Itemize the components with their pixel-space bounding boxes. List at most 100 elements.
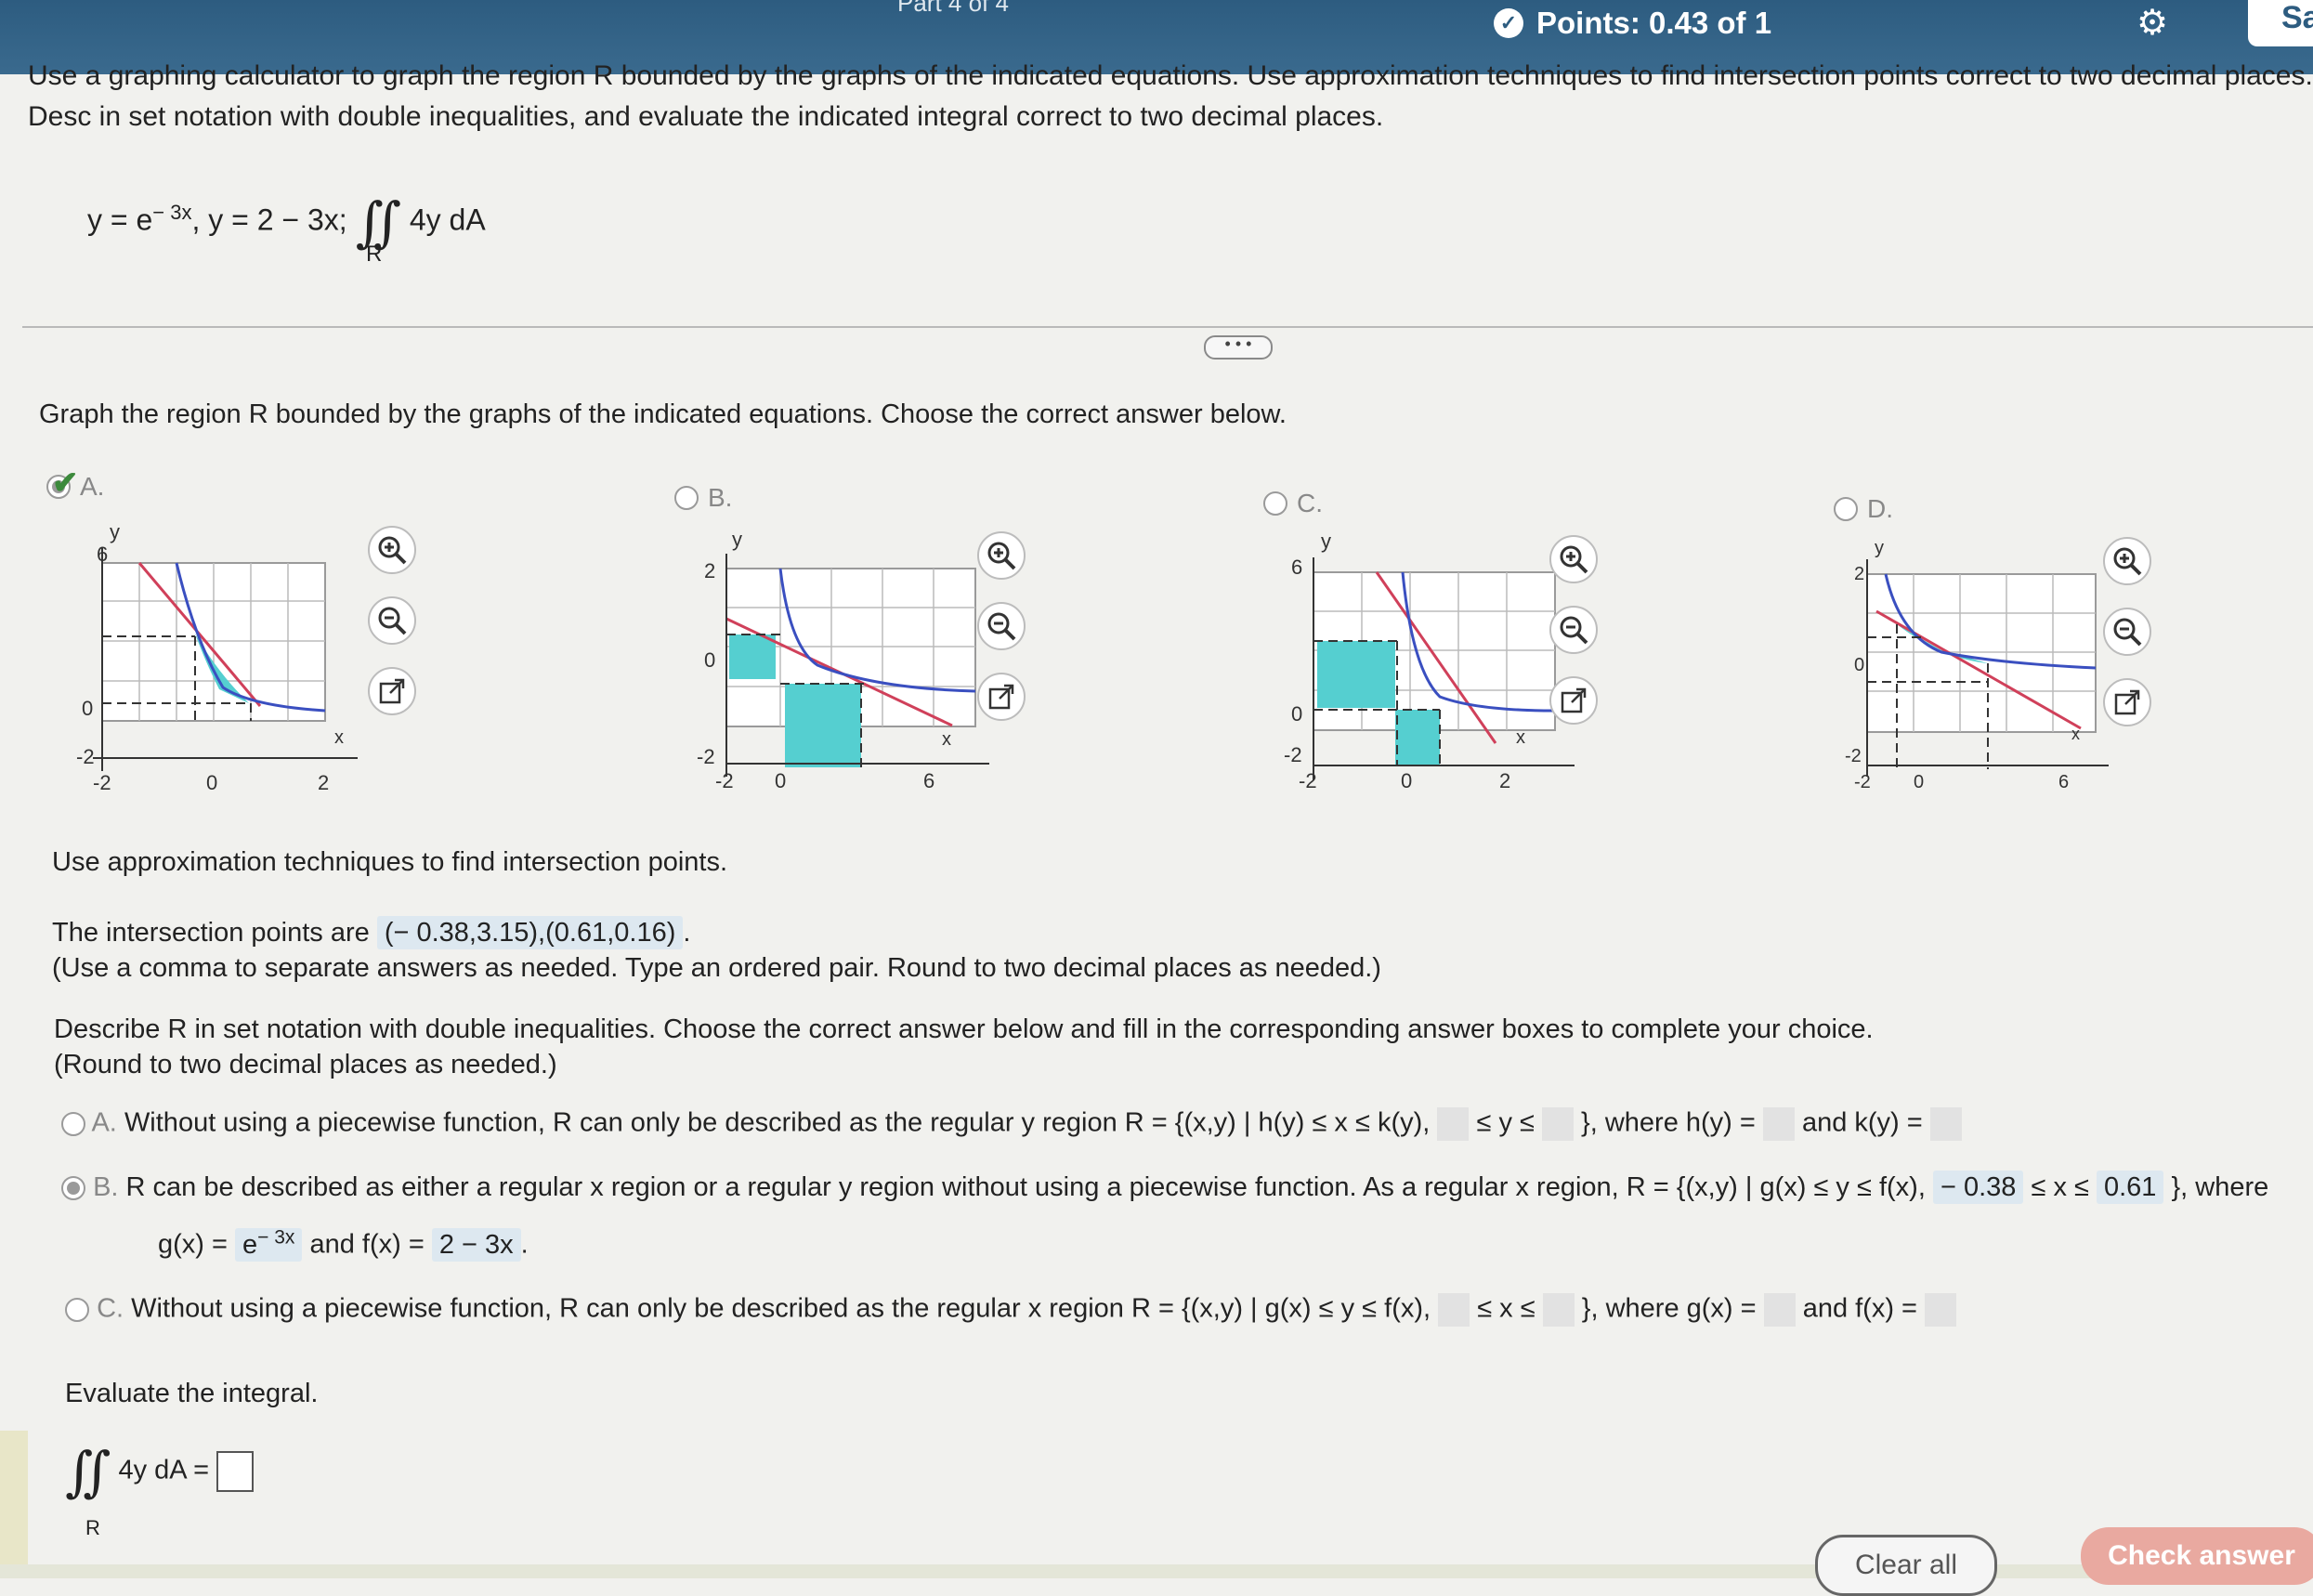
y-tick-label: -2 bbox=[1284, 743, 1302, 766]
option-c-label: C. bbox=[1297, 489, 1323, 517]
x-tick-label: -2 bbox=[715, 769, 734, 792]
integral-answer-line: ∬ 4y dA = bbox=[65, 1440, 255, 1503]
clear-all-button[interactable]: Clear all bbox=[1815, 1535, 1997, 1596]
zoom-out-icon[interactable] bbox=[977, 602, 1026, 650]
and-text: and k(y) = bbox=[1801, 1107, 1923, 1138]
zoom-out-icon[interactable] bbox=[1549, 606, 1598, 654]
option-a[interactable]: ✔ A. bbox=[46, 465, 105, 502]
set-option-a-radio[interactable] bbox=[61, 1112, 85, 1136]
y-axis-label: y bbox=[1321, 530, 1331, 553]
shaded-region bbox=[1317, 641, 1395, 708]
blank-input[interactable] bbox=[1925, 1293, 1957, 1327]
graph-b-tools bbox=[977, 531, 1026, 721]
blank-input[interactable] bbox=[1437, 1107, 1470, 1141]
section-divider bbox=[22, 326, 2313, 328]
x-axis-label: x bbox=[942, 729, 951, 750]
set-option-c[interactable]: C. Without using a piecewise function, R… bbox=[65, 1293, 1957, 1327]
shaded-region bbox=[1395, 710, 1440, 765]
shaded-region bbox=[785, 684, 861, 767]
zoom-out-icon[interactable] bbox=[368, 596, 416, 645]
x-tick-label: 2 bbox=[1499, 769, 1510, 792]
f-input[interactable]: 2 − 3x bbox=[431, 1227, 521, 1262]
option-d[interactable]: D. bbox=[1834, 494, 1893, 524]
y-tick-label: 0 bbox=[704, 648, 715, 672]
equation-line: y = e− 3x, y = 2 − 3x; ∬ 4y dA bbox=[87, 190, 486, 254]
x-axis-label: x bbox=[334, 727, 344, 748]
blank-input[interactable] bbox=[1542, 1293, 1575, 1327]
y-tick-label: 6 bbox=[97, 543, 108, 566]
popout-icon[interactable] bbox=[368, 667, 416, 715]
intersection-answer-input[interactable]: (− 0.38,3.15),(0.61,0.16) bbox=[376, 916, 684, 949]
option-c-radio[interactable] bbox=[1263, 491, 1287, 516]
option-b-label: B. bbox=[708, 483, 733, 512]
y-tick-label: 2 bbox=[1854, 564, 1864, 584]
and-text: and f(x) = bbox=[1802, 1293, 1917, 1324]
zoom-in-icon[interactable] bbox=[2103, 537, 2151, 585]
double-integral-symbol: ∬ bbox=[65, 1440, 111, 1503]
set-option-a-label: A. bbox=[91, 1107, 117, 1138]
more-button[interactable]: • • • bbox=[1204, 335, 1273, 360]
graph-a-tools bbox=[368, 526, 416, 715]
option-b[interactable]: B. bbox=[674, 483, 732, 513]
where-text: }, where h(y) = bbox=[1581, 1107, 1756, 1138]
blank-input[interactable] bbox=[1438, 1293, 1470, 1327]
gear-icon[interactable]: ⚙ bbox=[2137, 2, 2174, 43]
y-axis-label: y bbox=[110, 520, 120, 543]
graph-b: 2 0 -2 -2 0 6 x y bbox=[697, 528, 989, 792]
lower-bound-input[interactable]: − 0.38 bbox=[1932, 1171, 2024, 1204]
zoom-in-icon[interactable] bbox=[977, 531, 1026, 580]
set-option-c-text: Without using a piecewise function, R ca… bbox=[131, 1293, 1431, 1324]
x-tick-label: -2 bbox=[1299, 769, 1317, 792]
set-option-c-radio[interactable] bbox=[65, 1298, 89, 1322]
partial-credit-icon: ✓ bbox=[1494, 8, 1523, 38]
blank-input[interactable] bbox=[1762, 1107, 1795, 1141]
x-axis-label: x bbox=[1516, 727, 1525, 748]
ineq-text: ≤ x ≤ bbox=[1477, 1293, 1535, 1324]
popout-icon[interactable] bbox=[977, 673, 1026, 721]
blank-input[interactable] bbox=[1763, 1293, 1796, 1327]
g-base: e bbox=[242, 1229, 258, 1260]
popout-icon[interactable] bbox=[2103, 678, 2151, 726]
check-answer-button[interactable]: Check answer bbox=[2081, 1527, 2313, 1585]
x-axis-label: x bbox=[2071, 725, 2080, 743]
left-accent-bar bbox=[0, 1431, 28, 1578]
integral-integrand: 4y dA = bbox=[118, 1455, 210, 1485]
save-button[interactable]: Sa bbox=[2248, 0, 2313, 46]
intersection-hint: (Use a comma to separate answers as need… bbox=[52, 953, 1381, 983]
blank-input[interactable] bbox=[1929, 1107, 1962, 1141]
option-c[interactable]: C. bbox=[1263, 489, 1323, 518]
y-axis-label: y bbox=[732, 528, 742, 551]
set-notation-prompt: Describe R in set notation with double i… bbox=[54, 1014, 1874, 1044]
g-input[interactable]: e− 3x bbox=[235, 1226, 303, 1262]
where-text: }, where bbox=[2171, 1172, 2269, 1202]
option-a-label: A. bbox=[80, 472, 105, 501]
ineq-text: ≤ x ≤ bbox=[2031, 1172, 2089, 1202]
intersection-answer-prefix: The intersection points are bbox=[52, 918, 370, 948]
y-tick-label: -2 bbox=[1845, 746, 1862, 766]
set-option-b-text: R can be described as either a regular x… bbox=[125, 1172, 1926, 1202]
zoom-out-icon[interactable] bbox=[2103, 608, 2151, 656]
set-option-a[interactable]: A. Without using a piecewise function, R… bbox=[61, 1107, 1962, 1141]
y-tick-label: 2 bbox=[704, 559, 715, 582]
integral-region: R bbox=[85, 1516, 100, 1539]
zoom-in-icon[interactable] bbox=[1549, 535, 1598, 583]
correct-check-icon: ✔ bbox=[52, 465, 79, 501]
set-option-b[interactable]: B. R can be described as either a regula… bbox=[61, 1171, 2269, 1204]
x-tick-label: 0 bbox=[1914, 772, 1924, 792]
graph-a: 6 0 -2 -2 0 2 x y bbox=[76, 520, 358, 794]
where-text: }, where g(x) = bbox=[1581, 1293, 1757, 1324]
y-axis-label: y bbox=[1875, 538, 1884, 558]
blank-input[interactable] bbox=[1541, 1107, 1574, 1141]
option-b-radio[interactable] bbox=[674, 486, 699, 510]
integrand: 4y dA bbox=[409, 203, 486, 237]
set-option-b-radio[interactable] bbox=[61, 1176, 85, 1201]
upper-bound-input[interactable]: 0.61 bbox=[2096, 1171, 2164, 1204]
option-d-label: D. bbox=[1867, 494, 1893, 523]
option-d-radio[interactable] bbox=[1834, 497, 1858, 521]
zoom-in-icon[interactable] bbox=[368, 526, 416, 574]
problem-statement: Use a graphing calculator to graph the r… bbox=[28, 60, 2313, 132]
integral-answer-input[interactable] bbox=[216, 1451, 255, 1492]
popout-icon[interactable] bbox=[1549, 676, 1598, 725]
y-tick-label: 6 bbox=[1291, 556, 1302, 579]
x-tick-label: -2 bbox=[93, 771, 111, 794]
